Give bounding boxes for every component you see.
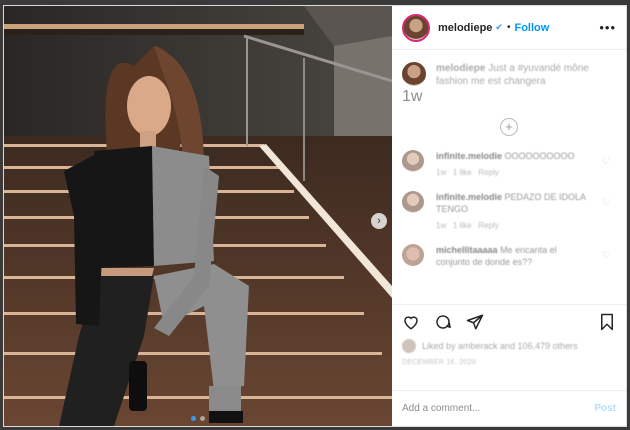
share-icon[interactable]	[466, 313, 484, 331]
post-header: melodiepe ✔ • Follow •••	[392, 6, 626, 50]
comment-avatar[interactable]	[402, 150, 424, 172]
author-avatar[interactable]	[402, 13, 430, 42]
comment-body: michellitaaaaa Me encanta el conjunto de…	[436, 244, 586, 268]
follow-button[interactable]: Follow	[514, 22, 549, 34]
photo-illustration	[4, 6, 392, 426]
comment-line: infinite.melodie PEDAZO DE IDOLA TENGO	[436, 191, 586, 215]
comments-list[interactable]: melodiepe Just a #yuvandé mône fashion m…	[392, 50, 626, 304]
post-date: DECEMBER 16, 2020	[402, 359, 476, 366]
caption-text-block: melodiepe Just a #yuvandé mône fashion m…	[436, 62, 616, 88]
load-more-comments-button[interactable]: +	[500, 118, 518, 136]
comment-meta: 1w 1 like Reply	[436, 221, 586, 230]
comment-username[interactable]: infinite.melodie	[436, 151, 502, 161]
post-actions: Liked by amberack and 106,479 others DEC…	[392, 304, 626, 390]
bookmark-icon[interactable]	[598, 313, 616, 331]
comment-time: 1w	[436, 168, 447, 177]
comment-body: infinite.melodie OOOOOOOOOO 1w 1 like Re…	[436, 150, 586, 177]
comment-item: infinite.melodie OOOOOOOOOO 1w 1 like Re…	[402, 150, 616, 177]
comment-time: 1w	[436, 221, 447, 230]
liker-avatar	[402, 339, 416, 353]
carousel-dot-active	[191, 416, 196, 421]
caption: melodiepe Just a #yuvandé mône fashion m…	[402, 62, 616, 88]
next-photo-chevron-right-icon[interactable]: ›	[371, 213, 387, 229]
separator: •	[506, 22, 511, 33]
likes-summary[interactable]: Liked by amberack and 106,479 others	[402, 339, 616, 353]
comment-avatar[interactable]	[402, 191, 424, 213]
comment-line: michellitaaaaa Me encanta el conjunto de…	[436, 244, 586, 268]
comment-icon[interactable]	[434, 313, 452, 331]
carousel-indicator	[191, 416, 205, 421]
comment-username[interactable]: michellitaaaaa	[436, 245, 498, 255]
author-username[interactable]: melodiepe	[438, 22, 492, 34]
post-modal: › melodiepe ✔ • Follow ••• melodiepe Jus…	[3, 5, 627, 427]
comment-heart-icon[interactable]: ♡	[602, 250, 610, 261]
comment-heart-icon[interactable]: ♡	[602, 156, 610, 167]
post-comment-button[interactable]: Post	[594, 403, 616, 414]
verified-icon: ✔	[495, 22, 503, 32]
comment-avatar[interactable]	[402, 244, 424, 266]
likes-text[interactable]: Liked by amberack and 106,479 others	[422, 341, 578, 351]
comment-reply-link[interactable]: Reply	[478, 221, 498, 230]
post-photo[interactable]: ›	[4, 6, 392, 426]
add-comment-bar: Post	[392, 390, 626, 426]
comment-meta: 1w 1 like Reply	[436, 168, 586, 177]
action-icons	[402, 313, 616, 331]
more-options-icon[interactable]: •••	[599, 20, 616, 35]
comment-likes[interactable]: 1 like	[453, 221, 472, 230]
comment-item: infinite.melodie PEDAZO DE IDOLA TENGO 1…	[402, 191, 616, 230]
comment-heart-icon[interactable]: ♡	[602, 197, 610, 208]
comment-line: infinite.melodie OOOOOOOOOO	[436, 150, 586, 162]
caption-time: 1w	[402, 88, 423, 105]
carousel-dot	[200, 416, 205, 421]
comment-item: michellitaaaaa Me encanta el conjunto de…	[402, 244, 616, 268]
heart-icon[interactable]	[402, 313, 420, 331]
comment-input[interactable]	[402, 403, 595, 414]
comment-username[interactable]: infinite.melodie	[436, 192, 502, 202]
comment-likes[interactable]: 1 like	[453, 168, 472, 177]
caption-username[interactable]: melodiepe	[436, 63, 485, 74]
comment-text: OOOOOOOOOO	[504, 151, 575, 161]
post-sidebar: melodiepe ✔ • Follow ••• melodiepe Just …	[392, 6, 626, 426]
caption-avatar[interactable]	[402, 62, 426, 86]
browser-backdrop: › melodiepe ✔ • Follow ••• melodiepe Jus…	[0, 0, 630, 430]
comment-reply-link[interactable]: Reply	[478, 168, 498, 177]
comment-body: infinite.melodie PEDAZO DE IDOLA TENGO 1…	[436, 191, 586, 230]
